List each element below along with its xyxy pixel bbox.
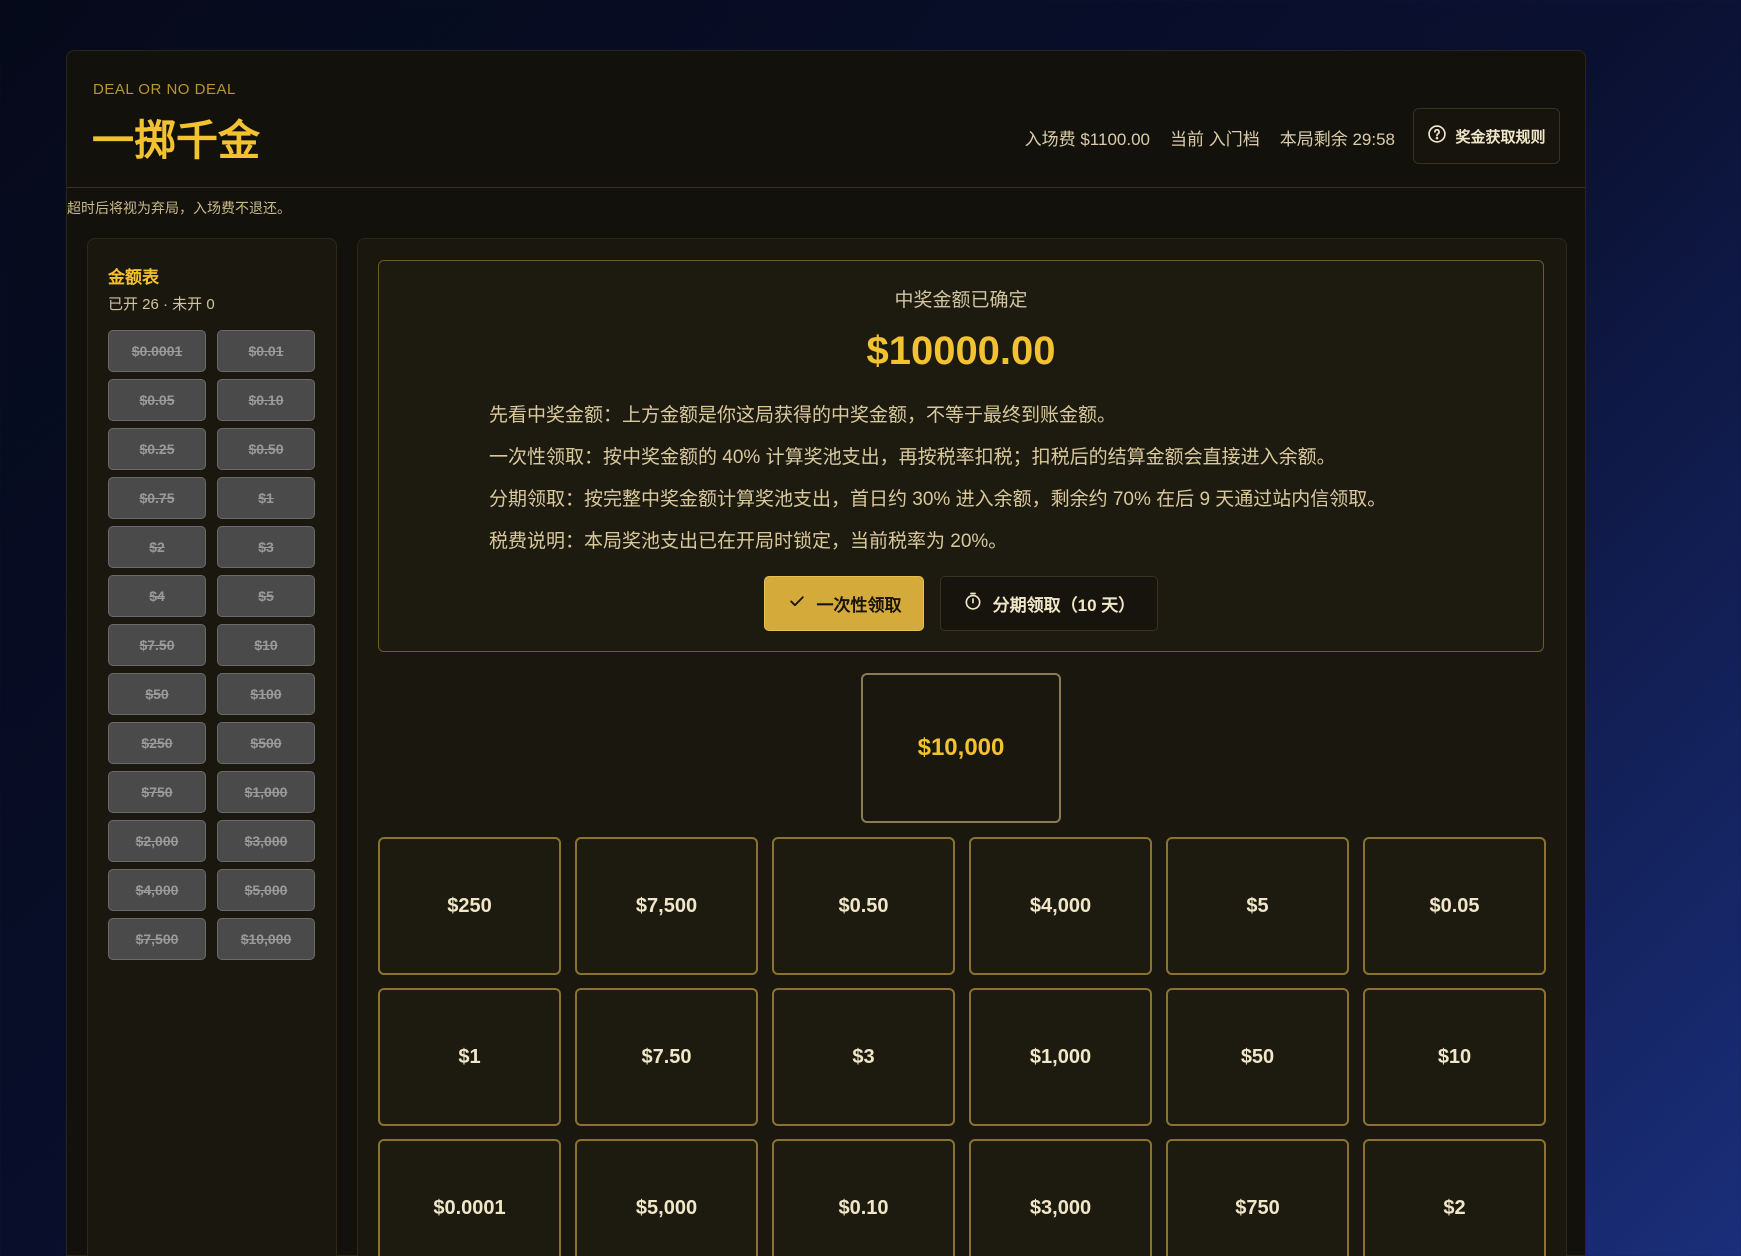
- case-cell: $2: [1363, 1139, 1546, 1256]
- amount-cell: $3: [217, 526, 315, 568]
- case-cell: $7,500: [575, 837, 758, 975]
- final-case: $10,000: [861, 673, 1061, 823]
- amount-cell: $0.05: [108, 379, 206, 421]
- rules-button[interactable]: 奖金获取规则: [1413, 108, 1560, 164]
- game-board: 中奖金额已确定 $10000.00 先看中奖金额：上方金额是你这局获得的中奖金额…: [357, 238, 1567, 1256]
- amount-cell: $10,000: [217, 918, 315, 960]
- note-installment: 分期领取：按完整中奖金额计算奖池支出，首日约 30% 进入余额，剩余约 70% …: [489, 489, 1387, 510]
- case-cell: $1,000: [969, 988, 1152, 1126]
- entry-fee: 入场费 $1100.00: [1024, 130, 1150, 149]
- amount-cell: $0.75: [108, 477, 206, 519]
- amount-cell: $0.01: [217, 330, 315, 372]
- time-remaining: 本局剩余 29:58: [1279, 130, 1395, 149]
- note-lump-sum: 一次性领取：按中奖金额的 40% 计算奖池支出，再按税率扣税；扣税后的结算金额会…: [489, 447, 1336, 468]
- case-grid: $250 $7,500 $0.50 $4,000 $5 $0.05 $1 $7.50 $3 $1,…: [378, 837, 1546, 1256]
- case-cell: $0.50: [772, 837, 955, 975]
- note-tax: 税费说明：本局奖池支出已在开局时锁定，当前税率为 20%。: [489, 531, 1008, 552]
- amount-cell: $7,500: [108, 918, 206, 960]
- amount-cell: $1,000: [217, 771, 315, 813]
- amount-cell: $50: [108, 673, 206, 715]
- amount-grid: $0.0001 $0.01 $0.05 $0.10 $0.25 $0.50 $0.75 $1 $…: [108, 330, 315, 960]
- amount-cell: $0.50: [217, 428, 315, 470]
- case-cell: $3: [772, 988, 955, 1126]
- current-tier: 当前 入门档: [1170, 130, 1260, 149]
- amount-cell: $3,000: [217, 820, 315, 862]
- amount-cell: $4,000: [108, 869, 206, 911]
- case-cell: $0.05: [1363, 837, 1546, 975]
- amount-cell: $0.0001: [108, 330, 206, 372]
- amount-cell: $7.50: [108, 624, 206, 666]
- amount-cell: $4: [108, 575, 206, 617]
- case-cell: $0.10: [772, 1139, 955, 1256]
- amount-cell: $10: [217, 624, 315, 666]
- check-icon: [787, 591, 807, 616]
- help-circle-icon: [1427, 124, 1447, 148]
- prize-amount: $10000.00: [866, 329, 1056, 373]
- amount-cell: $5: [217, 575, 315, 617]
- case-cell: $7.50: [575, 988, 758, 1126]
- case-cell: $750: [1166, 1139, 1349, 1256]
- amount-cell: $500: [217, 722, 315, 764]
- amount-cell: $0.10: [217, 379, 315, 421]
- amount-cell: $2: [108, 526, 206, 568]
- case-cell: $1: [378, 988, 561, 1126]
- installment-button[interactable]: 分期领取（10 天）: [940, 576, 1158, 631]
- case-cell: $0.0001: [378, 1139, 561, 1256]
- amount-cell: $750: [108, 771, 206, 813]
- game-panel: DEAL OR NO DEAL 一掷千金 入场费 $1100.00 当前 入门档…: [66, 50, 1586, 1256]
- case-cell: $5: [1166, 837, 1349, 975]
- amount-table-status: 已开 26 · 未开 0: [108, 296, 215, 313]
- note-prize: 先看中奖金额：上方金额是你这局获得的中奖金额，不等于最终到账金额。: [489, 405, 1117, 426]
- installment-label: 分期领取（10 天）: [992, 596, 1136, 615]
- rules-button-label: 奖金获取规则: [1455, 128, 1546, 146]
- eyebrow: DEAL OR NO DEAL: [93, 81, 236, 98]
- amount-table: 金额表 已开 26 · 未开 0 $0.0001 $0.01 $0.05 $0.10 $…: [87, 238, 337, 1256]
- amount-table-title: 金额表: [108, 268, 159, 287]
- amount-cell: $100: [217, 673, 315, 715]
- case-cell: $50: [1166, 988, 1349, 1126]
- lump-sum-button[interactable]: 一次性领取: [764, 576, 924, 631]
- case-cell: $10: [1363, 988, 1546, 1126]
- timer-icon: [963, 591, 983, 616]
- prize-label: 中奖金额已确定: [894, 290, 1028, 311]
- page-title: 一掷千金: [92, 117, 261, 164]
- amount-cell: $2,000: [108, 820, 206, 862]
- prize-result: 中奖金额已确定 $10000.00 先看中奖金额：上方金额是你这局获得的中奖金额…: [378, 260, 1544, 652]
- amount-cell: $0.25: [108, 428, 206, 470]
- timeout-notice: 超时后将视为弃局，入场费不退还。: [67, 200, 291, 216]
- case-cell: $3,000: [969, 1139, 1152, 1256]
- lump-sum-label: 一次性领取: [816, 596, 902, 615]
- case-cell: $4,000: [969, 837, 1152, 975]
- amount-cell: $250: [108, 722, 206, 764]
- amount-cell: $5,000: [217, 869, 315, 911]
- case-cell: $5,000: [575, 1139, 758, 1256]
- header-stats: 入场费 $1100.00 当前 入门档 本局剩余 29:58: [1025, 125, 1395, 150]
- case-cell: $250: [378, 837, 561, 975]
- payout-notes: 先看中奖金额：上方金额是你这局获得的中奖金额，不等于最终到账金额。 一次性领取：…: [489, 395, 1386, 563]
- amount-cell: $1: [217, 477, 315, 519]
- payout-options: 一次性领取 分期领取（10 天）: [379, 576, 1543, 631]
- header: DEAL OR NO DEAL 一掷千金 入场费 $1100.00 当前 入门档…: [67, 51, 1585, 188]
